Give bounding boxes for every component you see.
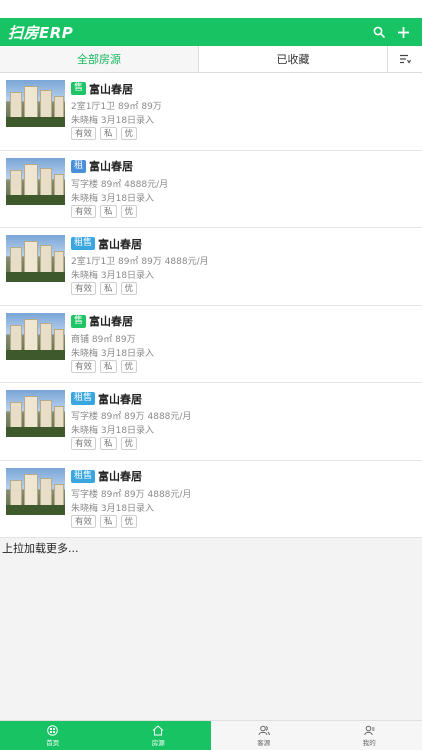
add-icon[interactable]	[392, 21, 414, 43]
listing-agent-date: 朱晓梅 3月18日录入	[71, 503, 155, 514]
listing-type-badge: 租售	[71, 237, 96, 250]
nav-customers[interactable]: 客源	[211, 721, 317, 750]
listing-detail: 2室1厅1卫 89㎡ 89万 4888元/月	[71, 257, 209, 267]
listing-tag: 私	[100, 359, 117, 373]
sort-filter-button[interactable]	[388, 46, 422, 72]
listing-detail: 商铺 89㎡ 89万	[71, 334, 136, 345]
listing-tag: 优	[120, 359, 138, 373]
listing-photo	[6, 467, 65, 515]
listing-type-badge: 售	[71, 82, 87, 95]
load-more-hint: 上拉加载更多...	[2, 542, 79, 555]
listing-item[interactable]: 租售 富山春居 写字楼 89㎡ 89万 4888元/月 朱晓梅 3月18日录入 …	[0, 460, 422, 538]
listing-tag: 私	[100, 514, 117, 528]
tab-all-listings[interactable]: 全部房源	[0, 46, 199, 72]
listing-tag: 优	[120, 514, 138, 528]
listing-detail: 2室1厅1卫 89㎡ 89万	[71, 102, 162, 112]
listing-item[interactable]: 租售 富山春居 写字楼 89㎡ 89万 4888元/月 朱晓梅 3月18日录入 …	[0, 383, 422, 461]
listing-tabs: 全部房源 已收藏	[0, 46, 422, 73]
listing-name: 富山春居	[98, 470, 143, 483]
listing-tag: 优	[120, 204, 138, 218]
house-icon	[152, 724, 164, 736]
listing-agent-date: 朱晓梅 3月18日录入	[71, 271, 155, 281]
nav-label: 房源	[151, 738, 165, 747]
status-bar	[0, 0, 422, 18]
listing-photo	[6, 157, 65, 205]
listing-tag: 有效	[71, 282, 97, 295]
listing-agent-date: 朱晓梅 3月18日录入	[71, 426, 155, 436]
nav-label: 客源	[257, 738, 271, 747]
search-icon[interactable]	[368, 21, 390, 43]
listing-tag: 有效	[71, 359, 97, 373]
listing-name: 富山春居	[98, 392, 143, 406]
sort-icon	[400, 54, 411, 64]
listing-agent-date: 朱晓梅 3月18日录入	[71, 348, 155, 359]
listing-tag: 有效	[71, 204, 97, 218]
tab-favorites[interactable]: 已收藏	[199, 46, 388, 72]
listing-type-badge: 租售	[71, 392, 96, 405]
listing-name: 富山春居	[89, 82, 134, 96]
listing-detail: 写字楼 89㎡ 4888元/月	[71, 179, 169, 190]
listing-tag: 优	[120, 282, 138, 295]
listing-name: 富山春居	[98, 237, 143, 251]
nav-listings[interactable]: 房源	[105, 721, 211, 750]
listing-tag: 优	[120, 437, 138, 450]
listing-photo	[6, 80, 65, 127]
listing-type-badge: 租售	[71, 469, 96, 483]
listing-type-badge: 租	[71, 159, 87, 173]
nav-mine[interactable]: 我的	[317, 721, 422, 750]
listing-list: 售 富山春居 2室1厅1卫 89㎡ 89万 朱晓梅 3月18日录入 有效私优 租…	[0, 73, 422, 538]
listing-item[interactable]: 售 富山春居 商铺 89㎡ 89万 朱晓梅 3月18日录入 有效私优	[0, 305, 422, 383]
listing-tag: 私	[100, 204, 117, 218]
listing-detail: 写字楼 89㎡ 89万 4888元/月	[71, 412, 192, 422]
profile-icon	[364, 725, 375, 736]
home-grid-icon	[47, 724, 59, 736]
listing-tag: 优	[120, 127, 138, 140]
nav-home[interactable]: 首页	[0, 721, 106, 750]
listing-tag: 私	[100, 282, 117, 295]
listing-agent-date: 朱晓梅 3月18日录入	[71, 193, 155, 204]
bottom-navigation: 首页 房源 客源 我的	[0, 720, 422, 750]
nav-label: 首页	[46, 738, 60, 747]
listing-item[interactable]: 租 富山春居 写字楼 89㎡ 4888元/月 朱晓梅 3月18日录入 有效私优	[0, 150, 422, 228]
nav-label: 我的	[362, 738, 376, 747]
listing-photo	[6, 390, 65, 437]
listing-tag: 有效	[71, 127, 97, 140]
listing-type-badge: 售	[71, 314, 87, 328]
listing-name: 富山春居	[89, 315, 134, 328]
listing-item[interactable]: 租售 富山春居 2室1厅1卫 89㎡ 89万 4888元/月 朱晓梅 3月18日…	[0, 228, 422, 306]
customers-icon	[258, 725, 270, 736]
listing-tag: 私	[100, 127, 117, 140]
listing-agent-date: 朱晓梅 3月18日录入	[71, 116, 155, 126]
listing-photo	[6, 235, 65, 282]
listing-photo	[6, 312, 65, 360]
listing-tag: 私	[100, 437, 117, 450]
listing-tag: 有效	[71, 514, 97, 528]
top-app-bar: 扫房ERP	[0, 18, 422, 46]
app-brand: 扫房ERP	[8, 23, 74, 42]
listing-tag: 有效	[71, 437, 97, 450]
listing-detail: 写字楼 89㎡ 89万 4888元/月	[71, 489, 192, 500]
listing-name: 富山春居	[89, 160, 134, 173]
listing-item[interactable]: 售 富山春居 2室1厅1卫 89㎡ 89万 朱晓梅 3月18日录入 有效私优	[0, 73, 422, 151]
